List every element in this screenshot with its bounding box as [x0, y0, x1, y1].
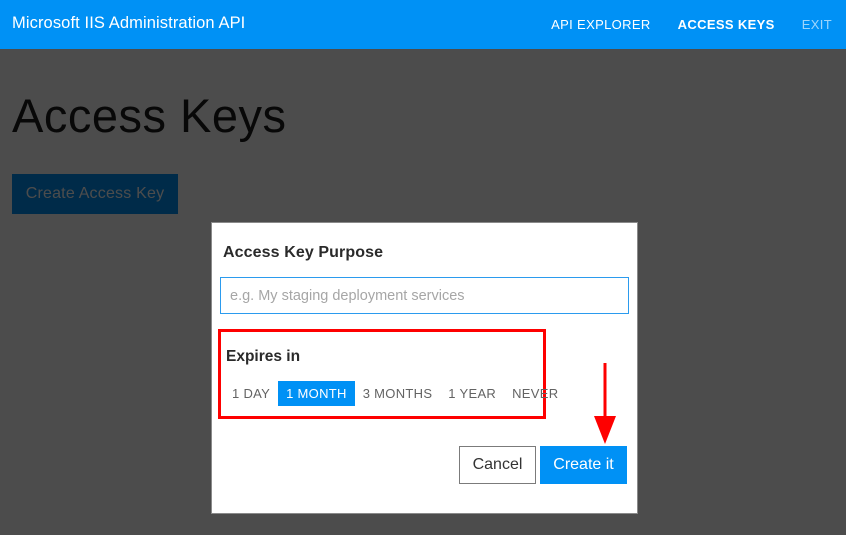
- expires-in-label: Expires in: [226, 348, 301, 365]
- cancel-button[interactable]: Cancel: [459, 446, 536, 484]
- expires-option-3-months[interactable]: 3 MONTHS: [355, 381, 441, 406]
- access-key-purpose-input[interactable]: [220, 277, 629, 314]
- nav-item-access-keys[interactable]: ACCESS KEYS: [678, 17, 775, 32]
- nav-item-api-explorer[interactable]: API EXPLORER: [551, 17, 651, 32]
- access-key-purpose-label: Access Key Purpose: [223, 244, 384, 261]
- create-it-button[interactable]: Create it: [540, 446, 627, 484]
- application-window: Microsoft IIS Administration API API EXP…: [0, 0, 846, 535]
- expires-option-1-day[interactable]: 1 DAY: [224, 381, 278, 406]
- expires-in-group: Expires in 1 DAY 1 MONTH 3 MONTHS 1 YEAR…: [218, 329, 558, 419]
- expires-option-never[interactable]: NEVER: [504, 381, 566, 406]
- top-navigation-bar: Microsoft IIS Administration API API EXP…: [0, 0, 846, 49]
- nav-links: API EXPLORER ACCESS KEYS EXIT: [551, 17, 832, 32]
- nav-item-exit[interactable]: EXIT: [802, 17, 832, 32]
- expires-in-options: 1 DAY 1 MONTH 3 MONTHS 1 YEAR NEVER: [224, 381, 566, 406]
- expires-option-1-year[interactable]: 1 YEAR: [440, 381, 504, 406]
- create-access-key-dialog: Access Key Purpose Expires in 1 DAY 1 MO…: [212, 223, 637, 513]
- app-brand-title: Microsoft IIS Administration API: [12, 14, 246, 32]
- expires-option-1-month[interactable]: 1 MONTH: [278, 381, 355, 406]
